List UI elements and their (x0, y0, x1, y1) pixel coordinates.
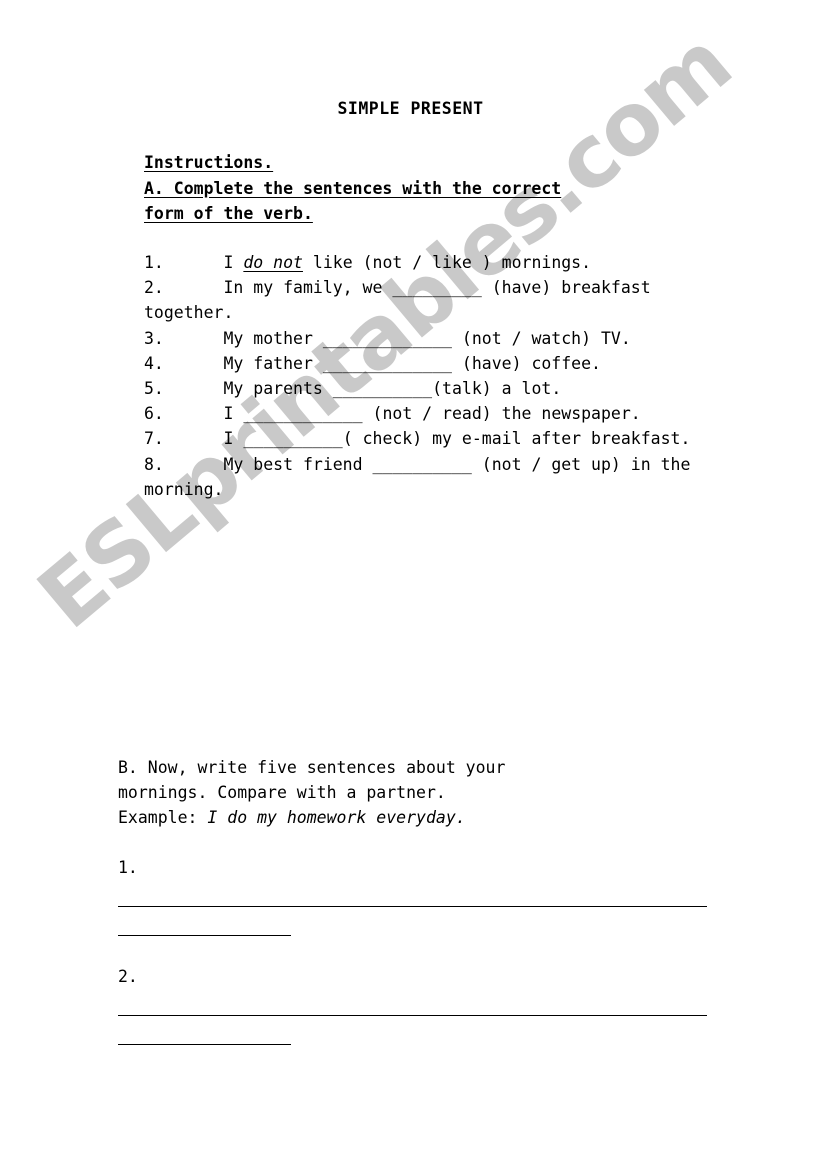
question-number: 5. (144, 379, 164, 399)
page-title: SIMPLE PRESENT (337, 99, 484, 118)
question-sample-answer: do not (243, 253, 303, 272)
question-number: 8. (144, 454, 164, 474)
answer-blank[interactable]: __________ (243, 429, 342, 448)
question-number: 3. (144, 328, 164, 348)
answer-blank[interactable]: _____________ (323, 329, 452, 348)
part-a-question-list: 1. I do not like (not / like ) mornings.… (144, 250, 716, 502)
answer-blank[interactable]: _________ (392, 278, 481, 297)
part-b-instruction-line-1: B. Now, write five sentences about your (118, 758, 506, 777)
question-text-pre: My parents (163, 379, 333, 399)
question-item-3: 3. My mother _____________ (not / watch)… (144, 326, 716, 351)
answer-blank[interactable]: __________ (333, 379, 432, 398)
part-a-instruction-line-1: A. Complete the sentences with the corre… (144, 178, 562, 198)
answer-slot-2: 2. (118, 964, 758, 1046)
question-item-2: 2. In my family, we _________ (have) bre… (144, 275, 716, 325)
question-item-1: 1. I do not like (not / like ) mornings. (144, 250, 716, 275)
answer-slot-number: 1. (118, 858, 138, 877)
answer-blank[interactable]: ____________ (243, 404, 362, 423)
part-b-answer-area: 1. 2. (118, 855, 758, 1060)
question-text-pre: In my family, we (163, 278, 393, 298)
question-text-pre: My best friend (163, 454, 373, 474)
question-number: 6. (144, 404, 164, 424)
instructions-heading: Instructions. (144, 153, 274, 172)
instructions-block: Instructions. A. Complete the sentences … (144, 150, 710, 227)
answer-slot-1: 1. (118, 855, 758, 937)
question-text-post: (talk) a lot. (432, 379, 562, 399)
writing-rule-long[interactable] (118, 906, 707, 908)
worksheet-page: ESLprintables.com SIMPLE PRESENT Instruc… (0, 0, 821, 1169)
question-text-post: ( check) my e-mail after breakfast. (342, 429, 691, 449)
answer-blank[interactable]: _____________ (323, 354, 452, 373)
question-item-7: 7. I __________( check) my e-mail after … (144, 426, 716, 451)
part-a-instruction-line-2: form of the verb. (144, 204, 313, 223)
question-text-pre: My father (163, 353, 323, 373)
part-b-block: B. Now, write five sentences about your … (118, 755, 718, 831)
example-label: Example: (118, 808, 208, 828)
question-text-post: (have) coffee. (451, 353, 601, 373)
question-text-pre: My mother (163, 328, 323, 348)
writing-rule-long[interactable] (118, 1015, 707, 1017)
question-text-post: (not / read) the newspaper. (362, 404, 641, 424)
part-b-example-line: Example: I do my homework everyday. (118, 805, 718, 830)
question-text-pre: I (163, 404, 244, 424)
example-sentence: I do my homework everyday. (207, 808, 466, 828)
answer-blank[interactable]: __________ (373, 455, 472, 474)
question-text-pre: I (163, 429, 244, 449)
question-number: 2. (144, 278, 164, 298)
question-item-5: 5. My parents __________(talk) a lot. (144, 376, 716, 401)
question-text-pre: I (163, 253, 244, 272)
question-number: 4. (144, 353, 164, 373)
question-item-4: 4. My father _____________ (have) coffee… (144, 351, 716, 376)
answer-slot-number: 2. (118, 967, 138, 987)
question-item-6: 6. I ____________ (not / read) the newsp… (144, 401, 716, 426)
question-text-post: like (not / like ) mornings. (302, 253, 592, 272)
question-text-post: (not / watch) TV. (451, 328, 631, 348)
question-number: 1. (144, 253, 164, 272)
writing-rule-short[interactable] (118, 935, 291, 937)
writing-rule-short[interactable] (118, 1044, 291, 1046)
question-item-8: 8. My best friend __________ (not / get … (144, 452, 716, 502)
part-b-instruction-line-2: mornings. Compare with a partner. (118, 783, 446, 803)
question-number: 7. (144, 429, 164, 449)
